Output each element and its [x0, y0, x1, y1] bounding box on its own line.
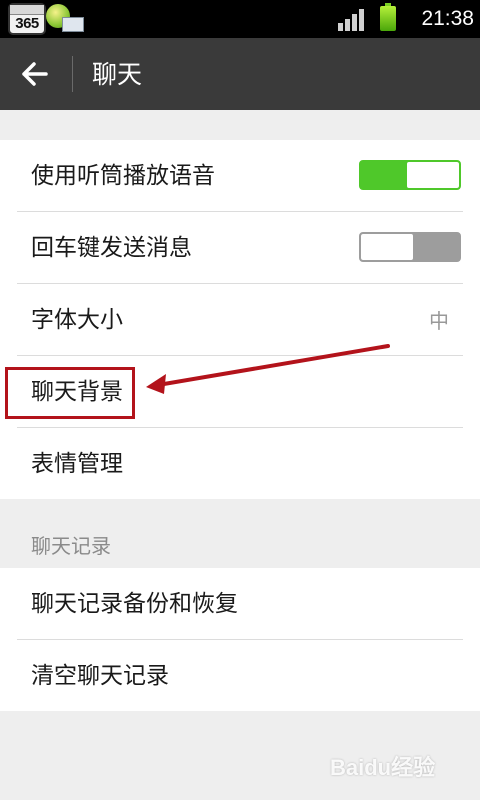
- earpiece-toggle[interactable]: [359, 160, 461, 190]
- battery-icon: [380, 3, 396, 31]
- mail-icon: [62, 17, 84, 32]
- status-bar: 365 21:38: [0, 0, 480, 38]
- annotation-highlight-box: [5, 367, 135, 419]
- chat-history-group: 聊天记录备份和恢复 清空聊天记录: [0, 568, 480, 711]
- status-time: 21:38: [421, 7, 474, 30]
- section-header-chat-history: 聊天记录: [31, 534, 111, 558]
- settings-row-backup-restore[interactable]: 聊天记录备份和恢复: [17, 568, 463, 640]
- settings-row-label: 聊天记录备份和恢复: [31, 591, 238, 617]
- settings-row-sticker-management[interactable]: 表情管理: [17, 428, 463, 499]
- settings-row-label: 表情管理: [31, 451, 123, 477]
- notification-badge-text: 365: [15, 15, 39, 32]
- settings-row-enter-to-send[interactable]: 回车键发送消息: [17, 212, 463, 284]
- title-bar: 聊天: [0, 38, 480, 110]
- annotation-arrow-icon: [146, 344, 390, 394]
- font-size-value: 中: [429, 309, 449, 333]
- settings-row-clear-history[interactable]: 清空聊天记录: [17, 640, 463, 711]
- settings-row-label: 清空聊天记录: [31, 663, 169, 689]
- signal-icon: [338, 9, 364, 31]
- settings-row-label: 回车键发送消息: [31, 235, 192, 261]
- settings-row-label: 使用听筒播放语音: [31, 163, 215, 189]
- baidu-watermark: Baidu经验: [330, 755, 436, 780]
- arrow-left-icon[interactable]: [14, 56, 54, 92]
- enter-to-send-toggle[interactable]: [359, 232, 461, 262]
- chat-settings-group: 使用听筒播放语音 回车键发送消息 字体大小 中 聊天背景 表情管理: [0, 140, 480, 499]
- page-title: 聊天: [92, 60, 143, 89]
- calendar-365-icon: 365: [8, 3, 46, 35]
- settings-row-label: 字体大小: [31, 307, 123, 333]
- settings-row-earpiece[interactable]: 使用听筒播放语音: [17, 140, 463, 212]
- title-divider: [72, 56, 73, 92]
